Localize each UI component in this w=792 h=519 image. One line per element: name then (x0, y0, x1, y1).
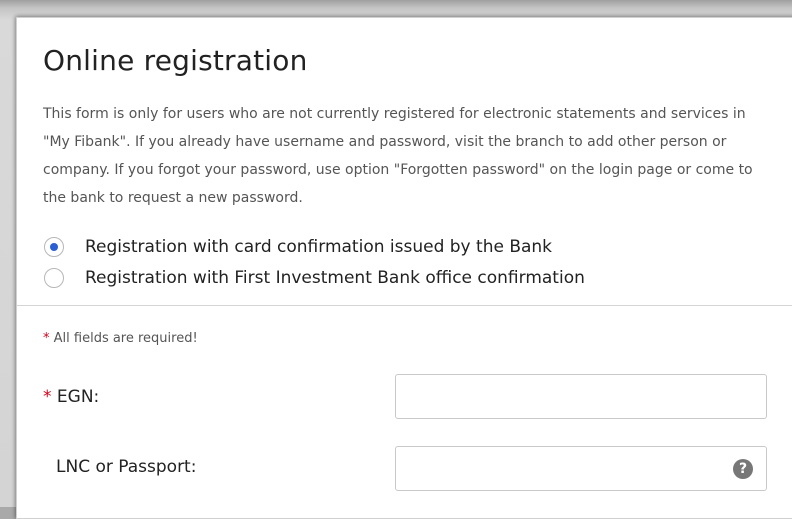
option-card-confirmation[interactable]: Registration with card confirmation issu… (44, 237, 552, 257)
egn-label-text: EGN: (56, 387, 100, 407)
egn-input[interactable] (395, 374, 767, 419)
section-divider (17, 305, 792, 306)
page-title: Online registration (43, 44, 308, 77)
option-office-confirmation[interactable]: Registration with First Investment Bank … (44, 268, 585, 288)
radio-button-checked[interactable] (44, 237, 64, 257)
egn-label: * EGN: (43, 387, 99, 407)
option-label: Registration with card confirmation issu… (85, 237, 553, 257)
intro-text: This form is only for users who are not … (43, 106, 753, 206)
option-label: Registration with First Investment Bank … (85, 268, 585, 288)
required-note-text: All fields are required! (53, 331, 198, 346)
lnc-label: LNC or Passport: (56, 457, 197, 477)
registration-panel: Online registration This form is only fo… (16, 17, 792, 519)
radio-button[interactable] (44, 268, 64, 288)
required-star: * (43, 387, 52, 407)
required-star: * (43, 331, 50, 346)
lnc-passport-input[interactable]: ? (395, 446, 767, 491)
question-circle-icon[interactable]: ? (733, 459, 753, 479)
required-fields-note: * All fields are required! (43, 331, 198, 346)
